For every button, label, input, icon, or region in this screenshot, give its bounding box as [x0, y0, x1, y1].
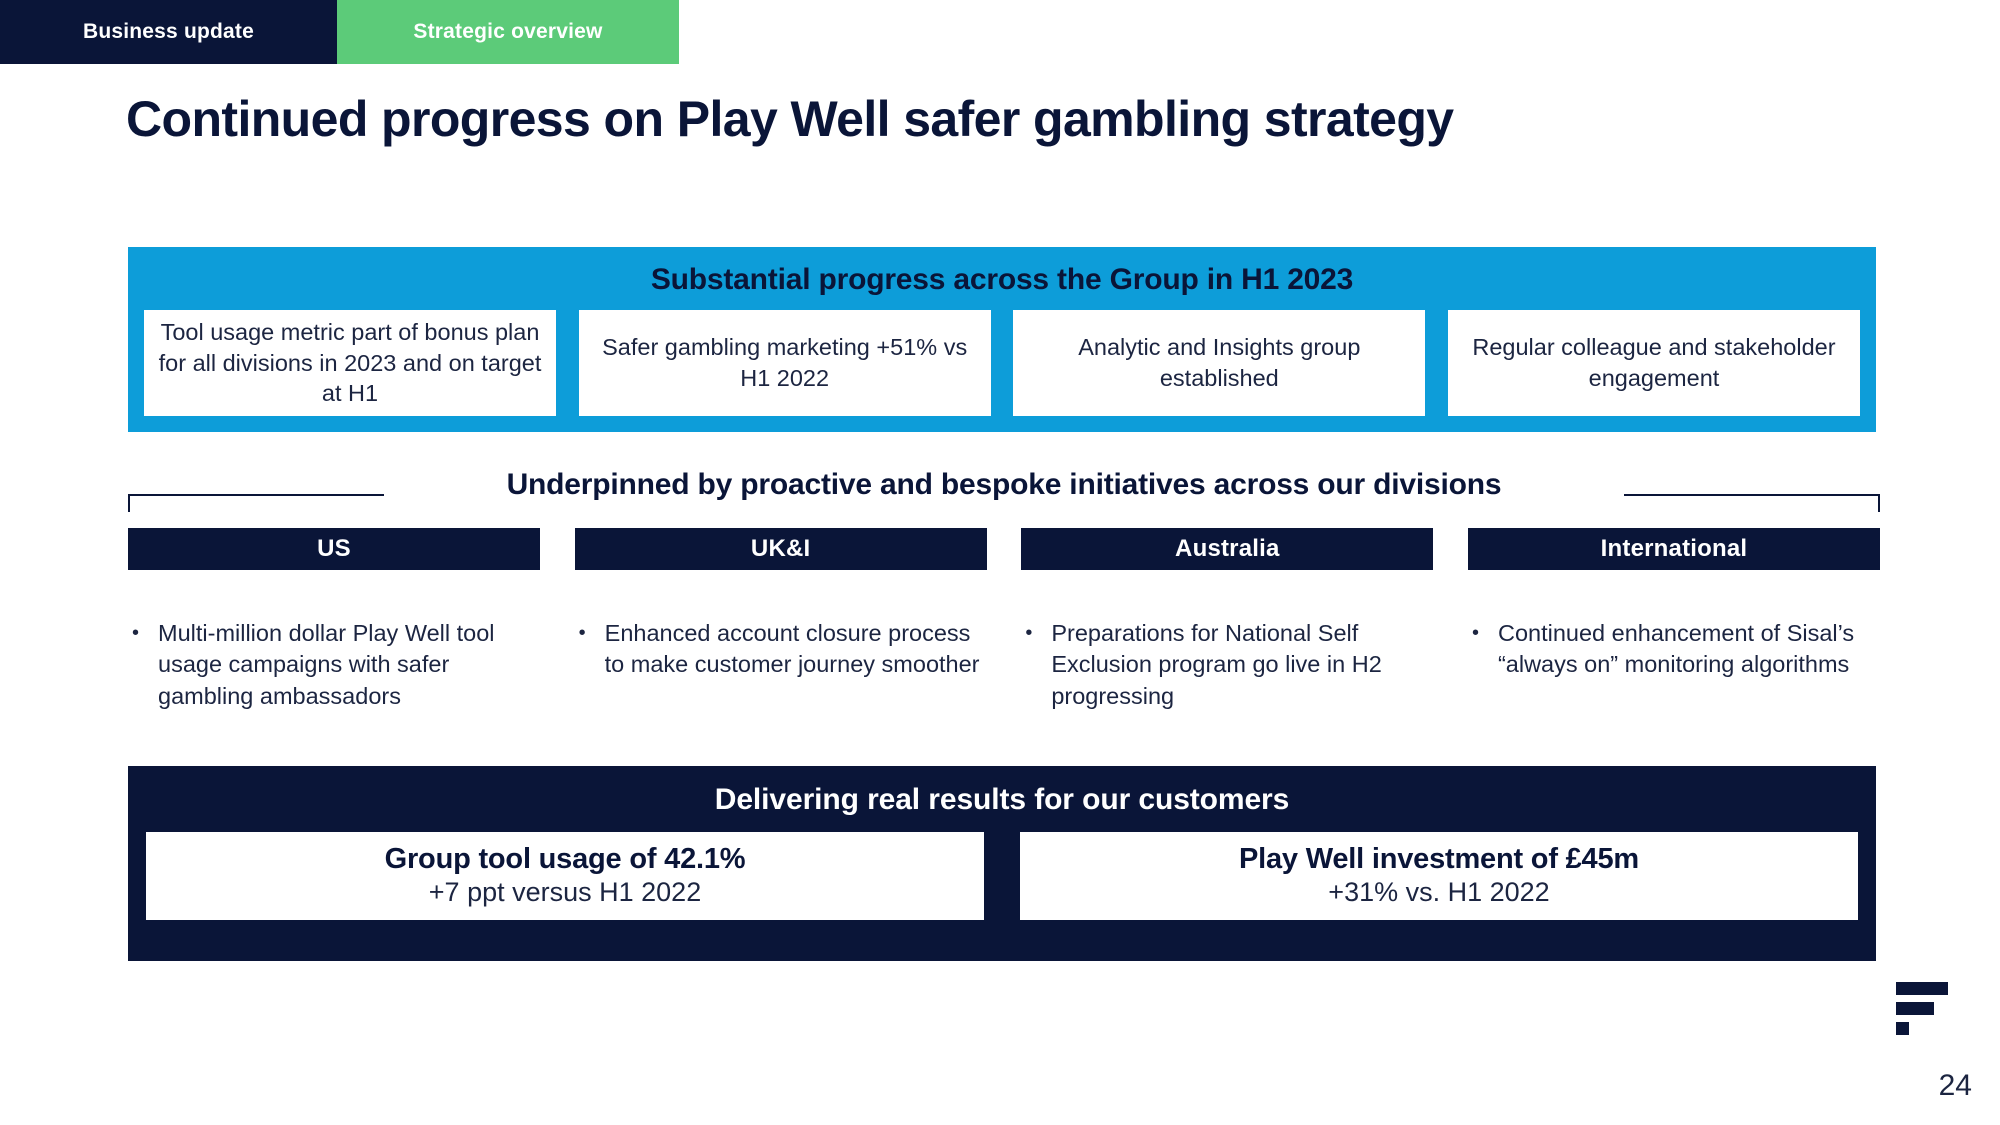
logo-bar-middle-icon	[1896, 1002, 1934, 1015]
division-header-australia: Australia	[1021, 528, 1434, 570]
result-card: Play Well investment of £45m +31% vs. H1…	[1020, 832, 1858, 920]
results-panel-heading: Delivering real results for our customer…	[714, 783, 1290, 816]
progress-card: Safer gambling marketing +51% vs H1 2022	[578, 310, 991, 416]
results-panel: Delivering real results for our customer…	[128, 766, 1876, 961]
logo-bar-top-icon	[1896, 982, 1948, 995]
underpinned-bracket: Underpinned by proactive and bespoke ini…	[128, 468, 1880, 512]
underpinned-heading: Underpinned by proactive and bespoke ini…	[506, 468, 1502, 501]
list-item-text: Enhanced account closure process to make…	[604, 620, 980, 678]
page-number: 24	[1938, 1069, 1972, 1102]
bullet-dot-icon: •	[1025, 622, 1033, 644]
header-tabbar: Business update Strategic overview	[0, 0, 679, 64]
list-item-text: Preparations for National Self Exclusion…	[1051, 620, 1382, 709]
list-item: • Continued enhancement of Sisal’s “alwa…	[1472, 618, 1880, 681]
division-column-australia: Australia • Preparations for National Se…	[1021, 528, 1434, 712]
progress-card: Analytic and Insights group established	[1013, 310, 1426, 416]
page-title: Continued progress on Play Well safer ga…	[126, 91, 1454, 147]
tab-business-update[interactable]: Business update	[0, 0, 337, 64]
bracket-tick-right-icon	[1878, 494, 1880, 512]
results-card-list: Group tool usage of 42.1% +7 ppt versus …	[128, 817, 1876, 920]
progress-card-text: Regular colleague and stakeholder engage…	[1472, 334, 1836, 391]
bullet-dot-icon: •	[132, 622, 140, 644]
progress-banner-card-list: Tool usage metric part of bonus plan for…	[128, 297, 1876, 416]
division-header-uki-label: UK&I	[750, 535, 811, 562]
result-card-subtext: +31% vs. H1 2022	[1328, 876, 1550, 907]
result-card-headline: Play Well investment of £45m	[1238, 843, 1640, 876]
result-card-subtext: +7 ppt versus H1 2022	[428, 876, 702, 907]
division-column-us: US • Multi-million dollar Play Well tool…	[128, 528, 540, 712]
list-item: • Multi-million dollar Play Well tool us…	[132, 618, 540, 712]
progress-card-text: Tool usage metric part of bonus plan for…	[158, 319, 542, 407]
list-item: • Enhanced account closure process to ma…	[579, 618, 987, 681]
list-item-text: Continued enhancement of Sisal’s “always…	[1497, 620, 1855, 678]
division-column-international: International • Continued enhancement of…	[1467, 528, 1880, 712]
progress-card: Regular colleague and stakeholder engage…	[1447, 310, 1860, 416]
division-header-uki: UK&I	[574, 528, 987, 570]
division-bullets-international: • Continued enhancement of Sisal’s “alwa…	[1468, 618, 1880, 681]
result-card-headline: Group tool usage of 42.1%	[384, 843, 746, 876]
division-columns: US • Multi-million dollar Play Well tool…	[128, 528, 1880, 712]
progress-card-text: Safer gambling marketing +51% vs H1 2022	[602, 334, 968, 391]
bracket-line-right-icon	[1624, 494, 1880, 496]
progress-banner: Substantial progress across the Group in…	[128, 247, 1876, 432]
bullet-dot-icon: •	[1471, 622, 1479, 644]
tab-strategic-overview-label: Strategic overview	[413, 20, 603, 43]
division-header-us: US	[128, 528, 540, 570]
logo-bar-bottom-icon	[1896, 1022, 1909, 1035]
progress-card-text: Analytic and Insights group established	[1078, 334, 1361, 391]
progress-banner-heading: Substantial progress across the Group in…	[650, 263, 1354, 296]
division-header-us-label: US	[317, 535, 351, 562]
tab-business-update-label: Business update	[82, 20, 255, 43]
result-card: Group tool usage of 42.1% +7 ppt versus …	[146, 832, 984, 920]
division-header-international: International	[1467, 528, 1880, 570]
division-header-australia-label: Australia	[1175, 535, 1280, 562]
division-header-international-label: International	[1600, 535, 1748, 562]
division-bullets-us: • Multi-million dollar Play Well tool us…	[128, 618, 540, 712]
division-column-uki: UK&I • Enhanced account closure process …	[574, 528, 987, 712]
division-bullets-australia: • Preparations for National Self Exclusi…	[1021, 618, 1433, 712]
division-bullets-uki: • Enhanced account closure process to ma…	[575, 618, 987, 681]
list-item-text: Multi-million dollar Play Well tool usag…	[158, 620, 495, 709]
bullet-dot-icon: •	[578, 622, 586, 644]
list-item: • Preparations for National Self Exclusi…	[1025, 618, 1433, 712]
flutter-logo-icon	[1896, 982, 1952, 1035]
tab-strategic-overview[interactable]: Strategic overview	[337, 0, 679, 64]
progress-card: Tool usage metric part of bonus plan for…	[144, 310, 556, 416]
